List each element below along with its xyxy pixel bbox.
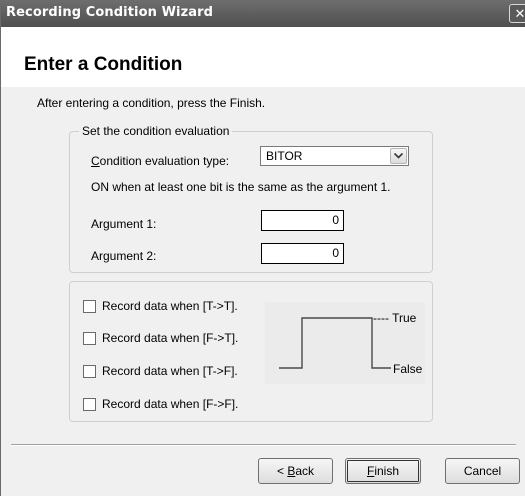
record-tf-label: Record data when [T->F]. [102,364,238,378]
record-ff-label: Record data when [F->F]. [102,397,239,411]
wizard-window: Recording Condition Wizard ✕ Enter a Con… [0,0,525,496]
footer-separator [11,444,516,446]
argument1-input[interactable]: 0 [261,210,344,231]
true-level-label: ---- True [373,311,417,325]
page-title: Enter a Condition [24,54,183,75]
title-bar: Recording Condition Wizard ✕ [1,0,525,27]
record-ff-checkbox[interactable] [83,398,96,411]
argument2-label: Argument 2: [91,249,157,263]
back-button[interactable]: < Back [258,458,333,484]
record-tf-checkbox[interactable] [83,365,96,378]
cancel-button[interactable]: Cancel [445,458,520,484]
condition-type-label: Condition evaluation type: [91,154,229,168]
record-tt-checkbox[interactable] [83,300,96,313]
instruction-text: After entering a condition, press the Fi… [37,96,266,110]
back-prefix: < [276,464,288,478]
evaluation-group-legend: Set the condition evaluation [79,124,233,138]
condition-type-select[interactable]: BITOR [260,146,409,166]
condition-type-mnemonic: C [91,154,100,168]
argument1-label: Argument 1: [91,217,157,231]
condition-type-value: BITOR [266,149,303,163]
chevron-down-icon[interactable] [390,148,407,164]
finish-button[interactable]: Finish [345,458,421,484]
window-title: Recording Condition Wizard [6,5,214,20]
record-ft-label: Record data when [F->T]. [102,331,239,345]
record-tt-label: Record data when [T->T]. [102,299,238,313]
condition-type-label-text: ondition evaluation type: [99,154,230,168]
back-label-rest: ack [295,464,315,478]
condition-description: ON when at least one bit is the same as … [91,180,391,194]
false-level-label: False [393,362,423,376]
argument2-input[interactable]: 0 [261,243,344,264]
record-ft-checkbox[interactable] [83,332,96,345]
close-icon[interactable]: ✕ [509,4,525,23]
finish-label-rest: inish [374,464,400,478]
